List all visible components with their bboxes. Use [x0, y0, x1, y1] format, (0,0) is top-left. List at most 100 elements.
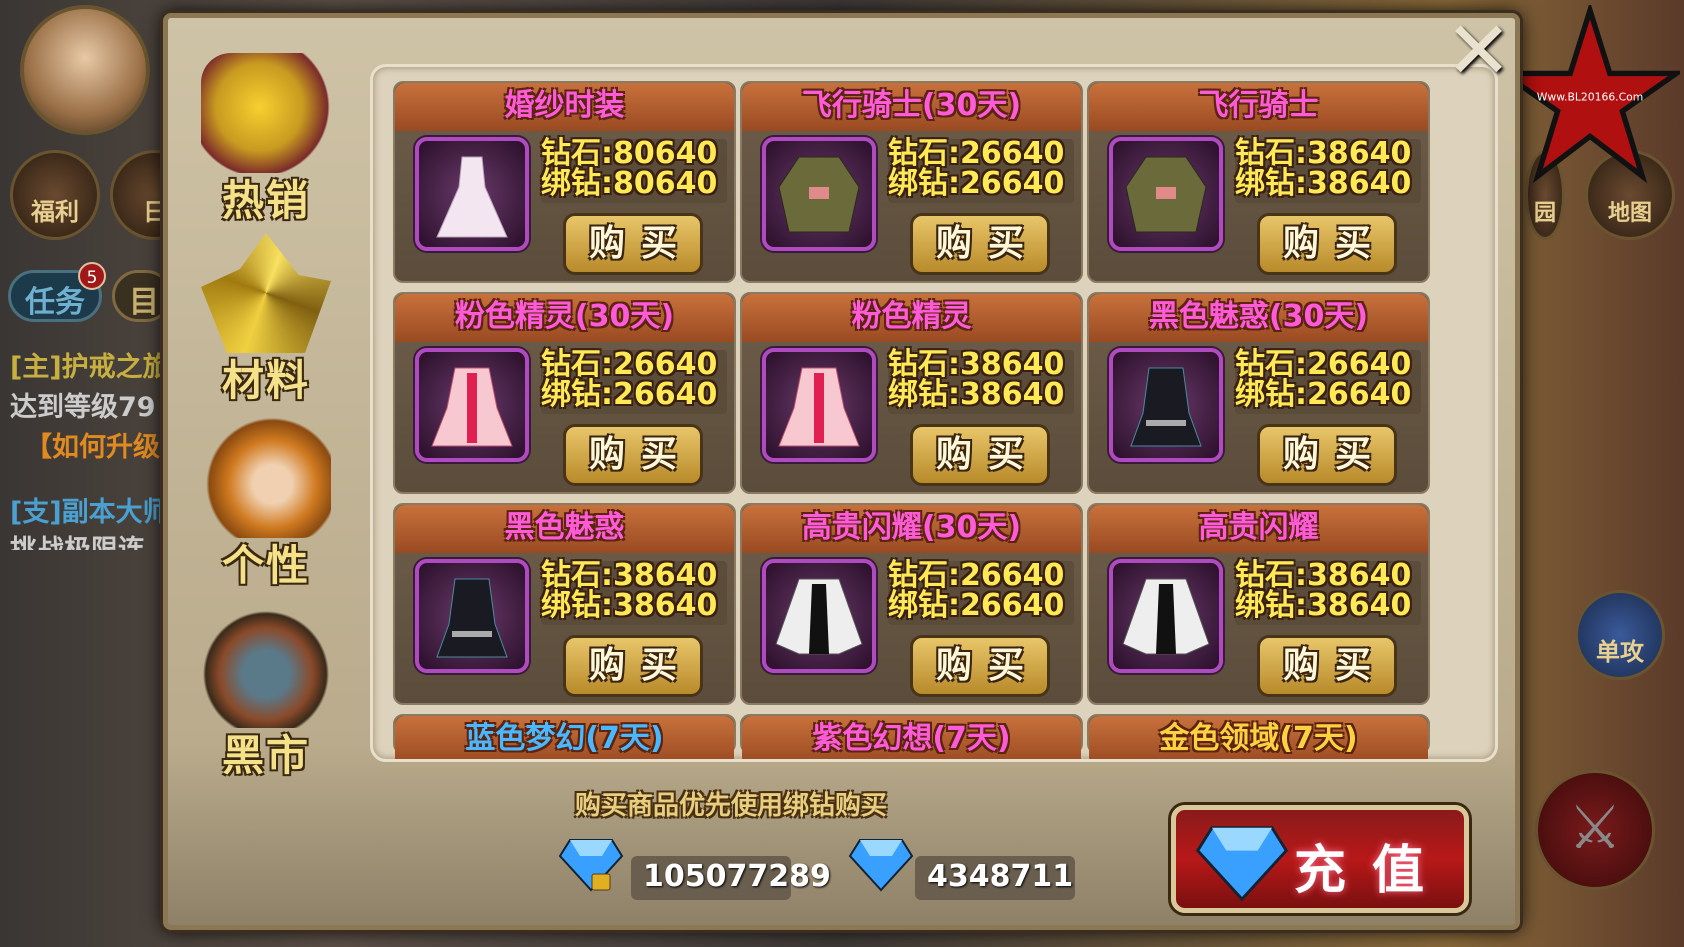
- item-name: 金色领域(7天): [1089, 716, 1428, 759]
- diamond-icon: [848, 839, 914, 892]
- outfit-jacket-icon[interactable]: [762, 137, 876, 251]
- outfit-pink-icon[interactable]: [415, 348, 529, 462]
- item-name: 粉色精灵: [742, 294, 1081, 342]
- watermark-text: Www.BL20166.Com: [1537, 90, 1644, 103]
- welfare-button[interactable]: 福利: [10, 150, 100, 240]
- item-prices: 钻石:38640 绑钻:38640: [1235, 139, 1421, 203]
- item-name: 高贵闪耀(30天): [742, 505, 1081, 553]
- item-grid[interactable]: 婚纱时装 钻石:80640 绑钻:80640 购买 飞行骑士(30天) 钻石:266…: [370, 64, 1498, 762]
- bound-diamond-icon: [558, 839, 624, 892]
- diamond-price: 钻石:38640: [1235, 136, 1412, 171]
- diamond-price: 钻石:26640: [1235, 347, 1412, 382]
- solo-button[interactable]: 单攻: [1575, 590, 1665, 680]
- diamond-balance: 4348711: [915, 856, 1075, 900]
- shop-item-card[interactable]: 高贵闪耀 钻石:38640 绑钻:38640 购买: [1087, 503, 1430, 705]
- item-name: 高贵闪耀: [1089, 505, 1428, 553]
- tab-hot-label: 热销: [221, 176, 310, 225]
- buy-button[interactable]: 购买: [910, 635, 1050, 697]
- buy-button[interactable]: 购买: [563, 635, 703, 697]
- quest-main[interactable]: [主]护戒之旅: [10, 345, 160, 384]
- bound-diamond-price: 绑钻:26640: [541, 377, 718, 412]
- task-badge: 5: [78, 262, 106, 290]
- outfit-white-icon[interactable]: [762, 559, 876, 673]
- buy-button[interactable]: 购买: [1257, 635, 1397, 697]
- diamond-price: 钻石:38640: [1235, 558, 1412, 593]
- diamond-icon: [1195, 826, 1289, 902]
- shop-item-card[interactable]: 黑色魅惑 钻石:38640 绑钻:38640 购买: [393, 503, 736, 705]
- buy-button[interactable]: 购买: [910, 424, 1050, 486]
- item-name: 紫色幻想(7天): [742, 716, 1081, 759]
- tab-black-market[interactable]: 黑市: [186, 608, 346, 783]
- shop-item-card[interactable]: 飞行骑士(30天) 钻石:26640 绑钻:26640 购买: [740, 81, 1083, 283]
- buy-button[interactable]: 购买: [563, 213, 703, 275]
- site-watermark-logo: Www.BL20166.Com: [1500, 5, 1680, 184]
- recharge-button[interactable]: 充值: [1171, 805, 1469, 913]
- item-prices: 钻石:26640 绑钻:26640: [541, 350, 727, 414]
- item-name: 婚纱时装: [395, 83, 734, 131]
- lock-icon: [591, 873, 611, 891]
- close-button[interactable]: ✕: [1445, 11, 1512, 91]
- diamond-price: 钻石:26640: [888, 136, 1065, 171]
- bound-diamond-price: 绑钻:80640: [541, 166, 718, 201]
- crystal-icon: [201, 233, 331, 353]
- diamond-price: 钻石:80640: [541, 136, 718, 171]
- tab-materials-label: 材料: [221, 356, 310, 405]
- item-name: 蓝色梦幻(7天): [395, 716, 734, 759]
- item-prices: 钻石:26640 绑钻:26640: [888, 561, 1074, 625]
- tab-personality[interactable]: 个性: [186, 418, 346, 593]
- quest-side[interactable]: [支]副本大师: [10, 490, 160, 529]
- buy-button[interactable]: 购买: [1257, 213, 1397, 275]
- bound-diamond-price: 绑钻:26640: [888, 166, 1065, 201]
- item-name: 黑色魅惑: [395, 505, 734, 553]
- tab-materials[interactable]: 材料: [186, 233, 346, 408]
- item-name: 飞行骑士: [1089, 83, 1428, 131]
- tab-hot[interactable]: 热销: [186, 53, 346, 228]
- shop-item-card[interactable]: 高贵闪耀(30天) 钻石:26640 绑钻:26640 购买: [740, 503, 1083, 705]
- bound-diamond-price: 绑钻:26640: [888, 588, 1065, 623]
- outfit-dress-icon[interactable]: [415, 137, 529, 251]
- outfit-pink-icon[interactable]: [762, 348, 876, 462]
- shop-item-card[interactable]: 黑色魅惑(30天) 钻石:26640 绑钻:26640 购买: [1087, 292, 1430, 494]
- elf-portrait-icon: [201, 418, 331, 538]
- shop-item-card[interactable]: 紫色幻想(7天): [740, 714, 1083, 759]
- attack-button[interactable]: ⚔: [1535, 770, 1655, 890]
- garden-label: 园: [1533, 201, 1556, 226]
- shop-dialog: 热销 材料 个性 黑市 婚纱时装 钻石:80640 绑钻:80640 购买 飞行骑士…: [163, 13, 1520, 930]
- outfit-black-icon[interactable]: [1109, 348, 1223, 462]
- shop-item-card[interactable]: 金色领域(7天): [1087, 714, 1430, 759]
- shop-item-card[interactable]: 婚纱时装 钻石:80640 绑钻:80640 购买: [393, 81, 736, 283]
- player-avatar[interactable]: [20, 5, 150, 135]
- item-prices: 钻石:38640 绑钻:38640: [1235, 561, 1421, 625]
- shop-item-card[interactable]: 粉色精灵 钻石:38640 绑钻:38640 购买: [740, 292, 1083, 494]
- quest-main-link[interactable]: 【如何升级】: [25, 425, 175, 464]
- bound-diamond-price: 绑钻:38640: [1235, 166, 1412, 201]
- crossed-swords-icon: ⚔: [1568, 793, 1622, 863]
- goal-tab-label: 目: [129, 285, 159, 320]
- diamond-price: 钻石:38640: [541, 558, 718, 593]
- buy-button[interactable]: 购买: [1257, 424, 1397, 486]
- buy-button[interactable]: 购买: [910, 213, 1050, 275]
- bound-diamond-price: 绑钻:26640: [1235, 377, 1412, 412]
- diamond-price: 钻石:38640: [888, 347, 1065, 382]
- outfit-white-icon[interactable]: [1109, 559, 1223, 673]
- shop-item-card[interactable]: 飞行骑士 钻石:38640 绑钻:38640 购买: [1087, 81, 1430, 283]
- item-prices: 钻石:26640 绑钻:26640: [888, 139, 1074, 203]
- item-prices: 钻石:26640 绑钻:26640: [1235, 350, 1421, 414]
- hammer-anvil-icon: [201, 608, 331, 728]
- item-prices: 钻石:38640 绑钻:38640: [888, 350, 1074, 414]
- buy-button[interactable]: 购买: [563, 424, 703, 486]
- item-name: 黑色魅惑(30天): [1089, 294, 1428, 342]
- bound-diamond-price: 绑钻:38640: [1235, 588, 1412, 623]
- tab-personality-label: 个性: [221, 541, 310, 590]
- quest-main-desc: 达到等级79: [10, 392, 156, 423]
- diamond-price: 钻石:26640: [888, 558, 1065, 593]
- shop-item-card[interactable]: 蓝色梦幻(7天): [393, 714, 736, 759]
- recharge-label: 充值: [1294, 841, 1451, 901]
- outfit-jacket-icon[interactable]: [1109, 137, 1223, 251]
- welfare-label: 福利: [31, 198, 79, 226]
- treasure-chest-icon: [201, 53, 331, 173]
- solo-label: 单攻: [1596, 638, 1644, 666]
- outfit-black-icon[interactable]: [415, 559, 529, 673]
- bound-diamond-price: 绑钻:38640: [888, 377, 1065, 412]
- shop-item-card[interactable]: 粉色精灵(30天) 钻石:26640 绑钻:26640 购买: [393, 292, 736, 494]
